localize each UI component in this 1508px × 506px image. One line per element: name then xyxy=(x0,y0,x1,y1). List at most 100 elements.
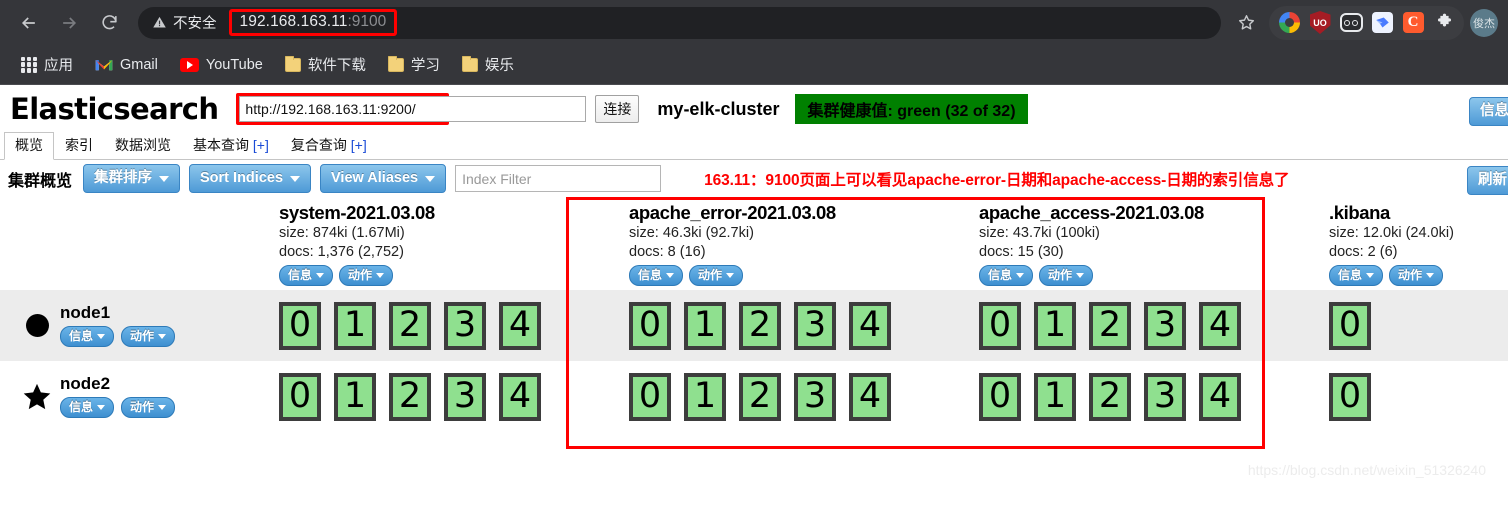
node-info-button[interactable]: 信息 xyxy=(60,396,115,418)
index-action-button[interactable]: 动作 xyxy=(1389,265,1444,287)
shard-box[interactable]: 1 xyxy=(334,372,376,421)
connect-button[interactable]: 连接 xyxy=(595,95,640,123)
chevron-down-icon xyxy=(158,333,167,339)
node-action-button[interactable]: 动作 xyxy=(121,325,176,347)
bookmark-apps[interactable]: 应用 xyxy=(12,50,82,79)
node-cell: node2 信息 动作 xyxy=(0,374,270,418)
tab-data-browse[interactable]: 数据浏览 xyxy=(104,132,182,159)
shard-box[interactable]: 0 xyxy=(1329,301,1371,350)
shard-box[interactable]: 0 xyxy=(979,372,1021,421)
index-column-kibana: .kibana size: 12.0ki (24.0ki) docs: 2 (6… xyxy=(1320,201,1508,287)
shard-box[interactable]: 0 xyxy=(1329,372,1371,421)
shard-box[interactable]: 3 xyxy=(794,372,836,421)
shard-box[interactable]: 4 xyxy=(1199,301,1241,350)
sort-cluster-button[interactable]: 集群排序 xyxy=(83,164,181,193)
url-port: :9100 xyxy=(347,13,387,30)
index-action-button[interactable]: 动作 xyxy=(1039,265,1094,287)
shard-box[interactable]: 2 xyxy=(1089,372,1131,421)
bookmark-gmail[interactable]: Gmail xyxy=(86,53,167,77)
node-action-button[interactable]: 动作 xyxy=(121,396,176,418)
info-label: 信息 xyxy=(288,268,313,283)
shard-box[interactable]: 2 xyxy=(739,372,781,421)
shard-box[interactable]: 2 xyxy=(389,372,431,421)
shard-box[interactable]: 3 xyxy=(794,301,836,350)
back-button[interactable] xyxy=(10,4,48,42)
node-info-button[interactable]: 信息 xyxy=(60,325,115,347)
index-filter-input[interactable] xyxy=(455,165,662,192)
bookmark-folder-entertainment[interactable]: 娱乐 xyxy=(453,50,523,79)
shard-box[interactable]: 2 xyxy=(739,301,781,350)
shard-box[interactable]: 4 xyxy=(499,372,541,421)
shard-box[interactable]: 4 xyxy=(1199,372,1241,421)
index-name: .kibana xyxy=(1329,202,1390,223)
tab-indices[interactable]: 索引 xyxy=(54,132,104,159)
tab-overview[interactable]: 概览 xyxy=(4,132,54,160)
puzzle-extensions-icon[interactable] xyxy=(1432,11,1456,35)
forward-button[interactable] xyxy=(50,4,88,42)
chevron-down-icon xyxy=(666,273,675,279)
action-label: 动作 xyxy=(1398,268,1423,283)
index-info-button[interactable]: 信息 xyxy=(1329,265,1384,287)
address-bar[interactable]: 不安全 192.168.163.11:9100 xyxy=(138,6,1221,39)
shard-box[interactable]: 1 xyxy=(1034,372,1076,421)
reload-button[interactable] xyxy=(90,4,128,42)
profile-avatar[interactable]: 俊杰 xyxy=(1470,8,1498,37)
chevron-down-icon xyxy=(158,404,167,410)
shard-box[interactable]: 0 xyxy=(279,372,321,421)
action-label: 动作 xyxy=(1048,268,1073,283)
shard-box[interactable]: 4 xyxy=(849,301,891,350)
shard-box[interactable]: 1 xyxy=(1034,301,1076,350)
shard-box[interactable]: 4 xyxy=(849,372,891,421)
sort-indices-button[interactable]: Sort Indices xyxy=(189,164,312,193)
node-name: node1 xyxy=(60,303,111,323)
shard-box[interactable]: 2 xyxy=(389,301,431,350)
refresh-button[interactable]: 刷新 xyxy=(1467,166,1508,195)
es-header: Elasticsearch 连接 my-elk-cluster 集群健康值: g… xyxy=(0,85,1508,133)
shard-box[interactable]: 3 xyxy=(444,301,486,350)
shard-box[interactable]: 0 xyxy=(629,301,671,350)
node-actions: 信息 动作 xyxy=(60,325,176,347)
index-name: apache_access-2021.03.08 xyxy=(979,202,1204,223)
shard-box[interactable]: 0 xyxy=(629,372,671,421)
header-info-button[interactable]: 信息 xyxy=(1469,97,1508,126)
node-cell: node1 信息 动作 xyxy=(0,303,270,347)
shard-group-apache-access-node1: 0 1 2 3 4 xyxy=(970,301,1320,350)
security-indicator[interactable]: 不安全 xyxy=(152,12,217,33)
bookmark-youtube[interactable]: YouTube xyxy=(171,53,272,77)
shard-box[interactable]: 2 xyxy=(1089,301,1131,350)
action-label: 动作 xyxy=(698,268,723,283)
index-info-button[interactable]: 信息 xyxy=(279,265,334,287)
sort-indices-label: Sort Indices xyxy=(200,170,284,187)
shard-box[interactable]: 0 xyxy=(279,301,321,350)
chevron-down-icon xyxy=(1016,273,1025,279)
tab-basic-query[interactable]: 基本查询 [+] xyxy=(182,132,280,159)
index-action-button[interactable]: 动作 xyxy=(689,265,744,287)
view-aliases-button[interactable]: View Aliases xyxy=(320,164,447,193)
shard-box[interactable]: 0 xyxy=(979,301,1021,350)
bookmark-folder-study[interactable]: 学习 xyxy=(379,50,449,79)
chevron-down-icon xyxy=(1426,273,1435,279)
shard-box[interactable]: 1 xyxy=(684,301,726,350)
bird-extension-icon[interactable] xyxy=(1370,11,1394,35)
chrome-ring-extension-icon[interactable] xyxy=(1277,11,1301,35)
index-info-button[interactable]: 信息 xyxy=(629,265,684,287)
shard-box[interactable]: 1 xyxy=(684,372,726,421)
index-size: size: 46.3ki (92.7ki) xyxy=(629,225,754,242)
shard-box[interactable]: 4 xyxy=(499,301,541,350)
index-action-button[interactable]: 动作 xyxy=(339,265,394,287)
shard-box[interactable]: 1 xyxy=(334,301,376,350)
es-url-input-extension[interactable] xyxy=(446,96,587,122)
es-url-input[interactable] xyxy=(239,96,447,122)
c-extension-icon[interactable]: C xyxy=(1401,11,1425,35)
bookmark-folder-software[interactable]: 软件下载 xyxy=(276,50,375,79)
shard-box[interactable]: 3 xyxy=(1144,301,1186,350)
goggles-extension-icon[interactable] xyxy=(1339,11,1363,35)
tab-composite-query[interactable]: 复合查询 [+] xyxy=(280,132,378,159)
info-label: 信息 xyxy=(988,268,1013,283)
shard-box[interactable]: 3 xyxy=(1144,372,1186,421)
index-info-button[interactable]: 信息 xyxy=(979,265,1034,287)
ublock-shield-extension-icon[interactable]: UO xyxy=(1308,11,1332,35)
bookmark-star-button[interactable] xyxy=(1229,6,1263,40)
cluster-health-badge: 集群健康值: green (32 of 32) xyxy=(795,94,1028,124)
shard-box[interactable]: 3 xyxy=(444,372,486,421)
